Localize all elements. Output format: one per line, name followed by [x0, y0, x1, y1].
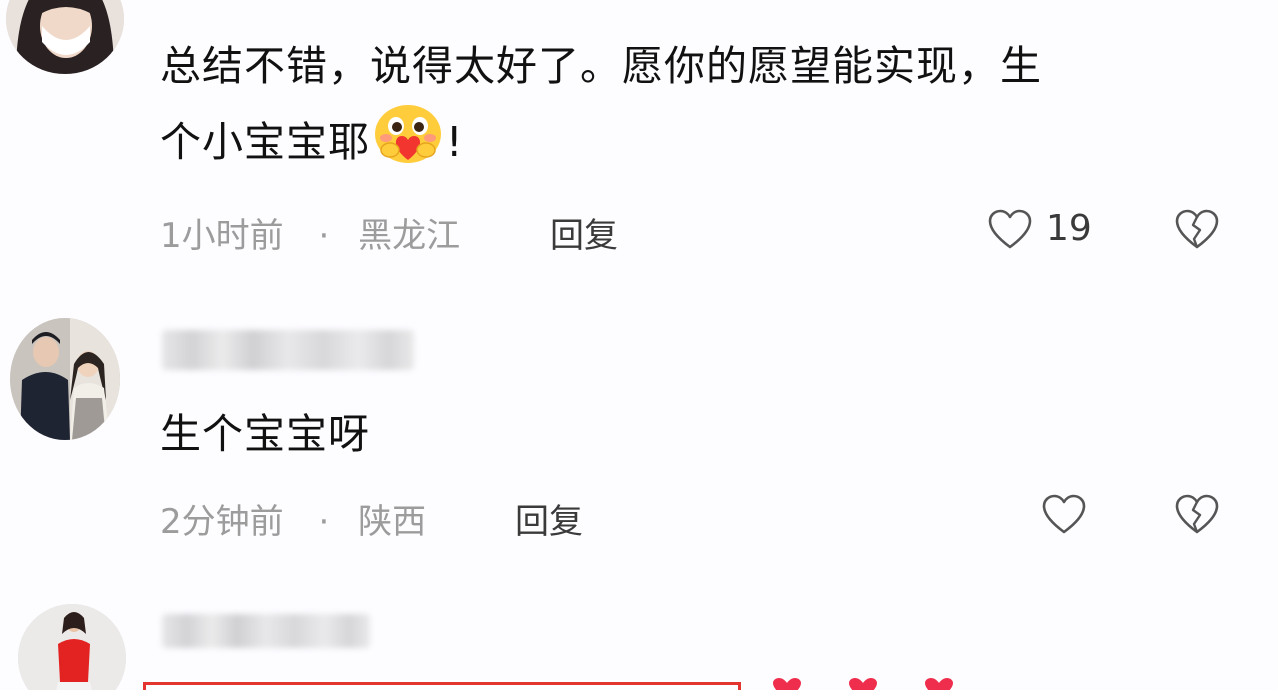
- broken-heart-icon: [1175, 494, 1219, 534]
- comment-location: 黑龙江: [358, 216, 461, 256]
- comment-text: 总结不错，说得太好了。愿你的愿望能实现，生 个小宝宝耶 !: [160, 28, 1220, 190]
- avatar[interactable]: [18, 604, 126, 690]
- avatar[interactable]: [6, 0, 124, 74]
- comment-list: 总结不错，说得太好了。愿你的愿望能实现，生 个小宝宝耶 ! 1小时前 · 黑龙江…: [0, 0, 1278, 690]
- comment-time: 2分钟前: [160, 502, 284, 542]
- comment-meta: 2分钟前 · 陕西: [160, 494, 426, 543]
- dislike-button[interactable]: [1174, 208, 1220, 254]
- comment-text-line: 个小宝宝耶 !: [160, 104, 1220, 190]
- like-button[interactable]: [987, 208, 1033, 254]
- heart-icon: [849, 678, 877, 690]
- heart-icon: [925, 678, 953, 690]
- meta-separator: ·: [318, 502, 330, 542]
- username-blurred[interactable]: [162, 614, 370, 648]
- comment-text-segment: 个小宝宝耶: [160, 118, 370, 166]
- heart-outline-icon: [988, 209, 1032, 249]
- hugging-heart-emoji-icon: [372, 104, 444, 190]
- like-button[interactable]: [1041, 493, 1087, 539]
- highlight-box: [143, 682, 741, 690]
- comment-text-segment: !: [446, 118, 464, 166]
- heart-outline-icon: [1042, 494, 1086, 534]
- comment-time: 1小时前: [160, 216, 284, 256]
- avatar[interactable]: [10, 318, 120, 440]
- comment-meta: 1小时前 · 黑龙江: [160, 208, 460, 257]
- reply-button[interactable]: 回复: [515, 494, 583, 543]
- heart-icon: [773, 678, 801, 690]
- reply-button[interactable]: 回复: [550, 208, 618, 257]
- meta-separator: ·: [318, 216, 330, 256]
- comment-text: 生个宝宝呀: [160, 410, 370, 458]
- comment-text-line: 总结不错，说得太好了。愿你的愿望能实现，生: [160, 42, 1042, 90]
- like-count: 19: [1046, 208, 1092, 249]
- dislike-button[interactable]: [1174, 493, 1220, 539]
- broken-heart-icon: [1175, 209, 1219, 249]
- comment-location: 陕西: [358, 502, 427, 542]
- username-blurred[interactable]: [162, 330, 414, 370]
